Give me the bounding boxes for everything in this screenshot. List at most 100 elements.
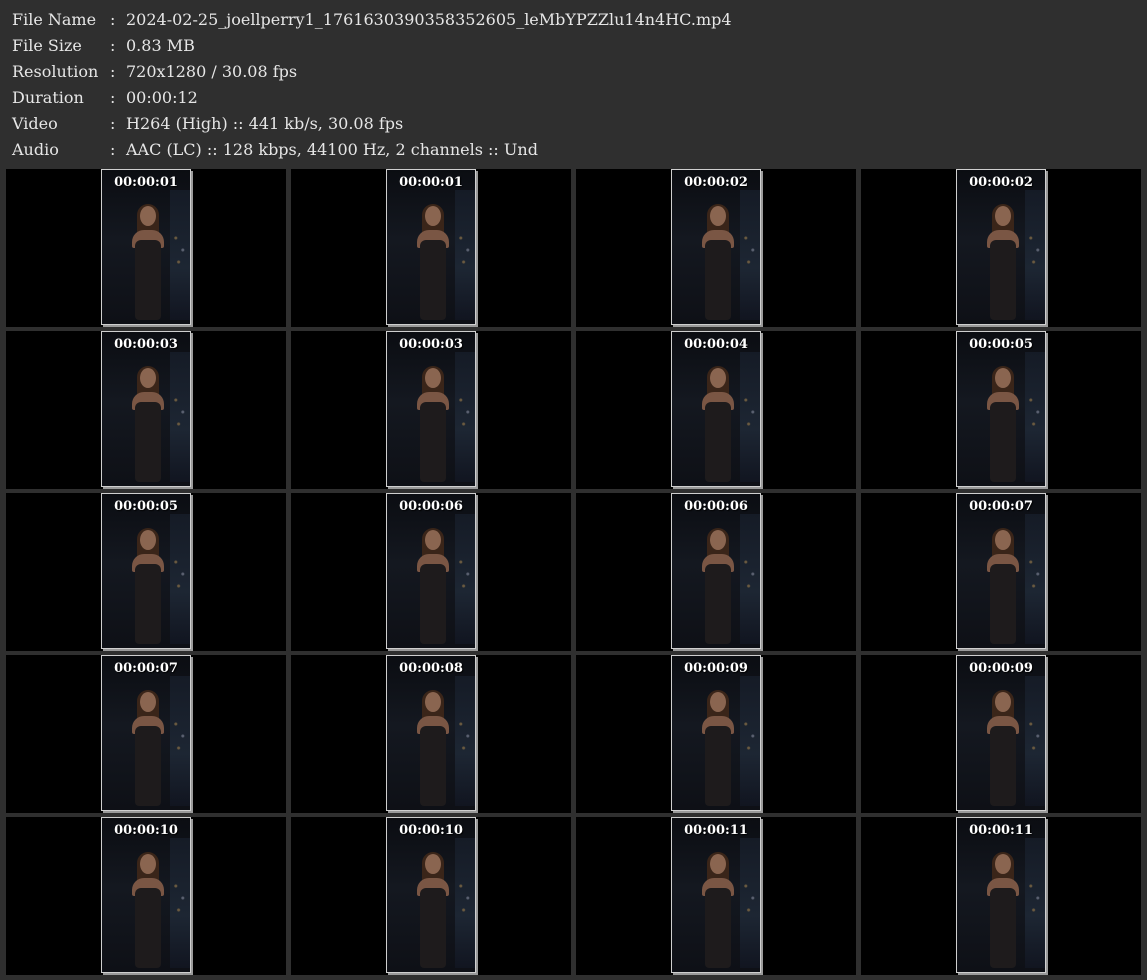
thumbnail-timestamp: 00:00:09 [969,661,1033,676]
dress-shape [990,240,1016,320]
video-frame-thumbnail: 00:00:01 [101,169,191,325]
person-figure [698,528,738,648]
person-figure [413,204,453,324]
head-shape [425,206,441,226]
thumbnail-tile: 00:00:03 [6,331,286,489]
thumbnail-tile: 00:00:02 [576,169,856,327]
audio-value: AAC (LC) :: 128 kbps, 44100 Hz, 2 channe… [126,140,538,159]
person-figure [983,528,1023,648]
person-figure [698,690,738,810]
thumbnail-timestamp: 00:00:10 [114,823,178,838]
video-frame-thumbnail: 00:00:03 [386,331,476,487]
person-figure [128,528,168,648]
video-frame-thumbnail: 00:00:11 [671,817,761,973]
dress-shape [705,240,731,320]
person-figure [128,852,168,972]
thumbnail-tile: 00:00:07 [861,493,1141,651]
duration-separator: : [110,88,116,107]
head-shape [140,206,156,226]
dress-shape [990,564,1016,644]
thumbnail-tile: 00:00:05 [861,331,1141,489]
thumbnail-tile: 00:00:06 [291,493,571,651]
city-lights [173,878,187,918]
video-frame-thumbnail: 00:00:06 [386,493,476,649]
city-lights [743,392,757,432]
dress-shape [420,888,446,968]
video-frame-thumbnail: 00:00:11 [956,817,1046,973]
head-shape [140,368,156,388]
resolution-separator: : [110,62,116,81]
file-name-row: File Name : 2024-02-25_joellperry1_17616… [12,7,1132,33]
person-figure [128,366,168,486]
thumbnail-timestamp: 00:00:03 [399,337,463,352]
thumbnail-tile: 00:00:05 [6,493,286,651]
video-frame-thumbnail: 00:00:01 [386,169,476,325]
thumbnail-tile: 00:00:09 [861,655,1141,813]
thumbnail-timestamp: 00:00:10 [399,823,463,838]
video-separator: : [110,114,116,133]
dress-shape [990,888,1016,968]
head-shape [710,206,726,226]
file-size-separator: : [110,36,116,55]
person-figure [698,204,738,324]
video-frame-thumbnail: 00:00:05 [101,493,191,649]
head-shape [140,530,156,550]
video-frame-thumbnail: 00:00:05 [956,331,1046,487]
city-lights [1028,230,1042,270]
head-shape [140,692,156,712]
thumbnail-tile: 00:00:06 [576,493,856,651]
dress-shape [135,888,161,968]
thumbnail-timestamp: 00:00:07 [114,661,178,676]
dress-shape [135,564,161,644]
video-frame-thumbnail: 00:00:09 [956,655,1046,811]
city-lights [458,230,472,270]
audio-separator: : [110,140,116,159]
video-frame-thumbnail: 00:00:02 [956,169,1046,325]
thumbnail-timestamp: 00:00:09 [684,661,748,676]
thumbnail-timestamp: 00:00:11 [969,823,1033,838]
person-figure [413,852,453,972]
audio-label: Audio [12,140,59,159]
head-shape [710,530,726,550]
person-figure [413,690,453,810]
dress-shape [135,402,161,482]
person-figure [983,852,1023,972]
video-frame-thumbnail: 00:00:03 [101,331,191,487]
file-name-label: File Name [12,10,97,29]
resolution-value: 720x1280 / 30.08 fps [126,62,298,81]
person-figure [128,204,168,324]
dress-shape [420,726,446,806]
city-lights [458,716,472,756]
thumbnail-timestamp: 00:00:11 [684,823,748,838]
head-shape [995,530,1011,550]
thumbnail-timestamp: 00:00:05 [969,337,1033,352]
thumbnail-timestamp: 00:00:06 [684,499,748,514]
thumbnail-tile: 00:00:04 [576,331,856,489]
city-lights [743,716,757,756]
head-shape [995,206,1011,226]
video-frame-thumbnail: 00:00:04 [671,331,761,487]
dress-shape [135,726,161,806]
resolution-label: Resolution [12,62,99,81]
dress-shape [420,240,446,320]
thumbnail-tile: 00:00:02 [861,169,1141,327]
duration-row: Duration : 00:00:12 [12,85,1132,111]
thumbnail-timestamp: 00:00:01 [114,175,178,190]
head-shape [710,692,726,712]
person-figure [128,690,168,810]
thumbnail-tile: 00:00:01 [291,169,571,327]
video-frame-thumbnail: 00:00:07 [956,493,1046,649]
person-figure [413,366,453,486]
person-figure [983,204,1023,324]
thumbnail-tile: 00:00:11 [861,817,1141,975]
thumbnail-tile: 00:00:10 [6,817,286,975]
person-figure [698,852,738,972]
city-lights [458,554,472,594]
head-shape [425,368,441,388]
dress-shape [420,402,446,482]
person-figure [413,528,453,648]
city-lights [743,554,757,594]
thumbnail-tile: 00:00:03 [291,331,571,489]
file-name-separator: : [110,10,116,29]
video-frame-thumbnail: 00:00:09 [671,655,761,811]
